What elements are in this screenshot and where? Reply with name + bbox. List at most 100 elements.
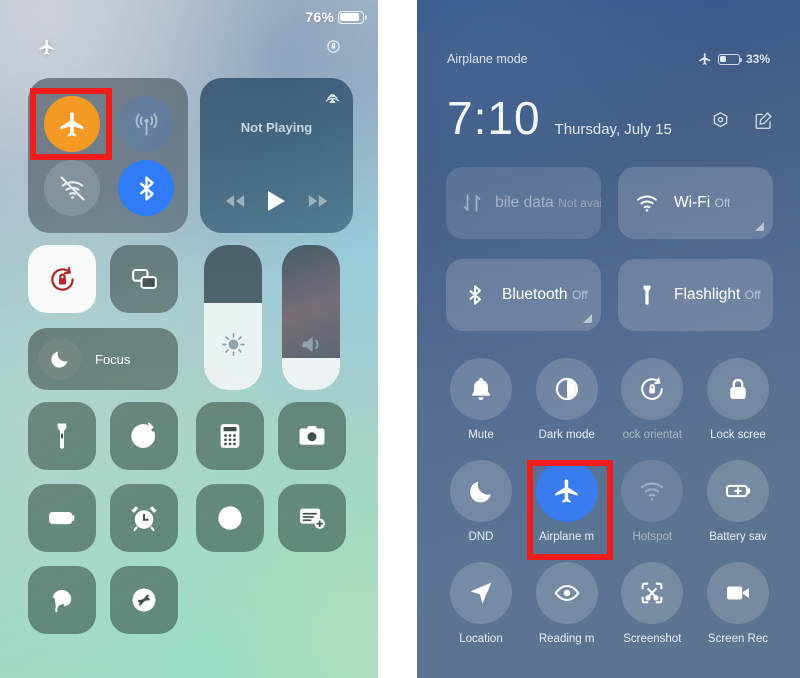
screen-mirroring-toggle[interactable] [110,245,178,313]
airplane-mode-toggle[interactable] [44,96,100,152]
expand-corner-icon[interactable] [583,314,592,323]
toggle-label: Dark mode [538,429,595,441]
airplane-icon [699,53,711,65]
bluetooth-icon [139,175,154,201]
brightness-icon [204,331,262,358]
toggle-battery-saver[interactable]: Battery sav [703,460,773,543]
expand-corner-icon[interactable] [755,222,764,231]
moon-icon [450,460,512,522]
contrast-icon [535,358,598,420]
focus-knob[interactable] [39,338,81,380]
bell-icon [450,358,512,420]
mobile-data-icon [458,191,485,215]
toggle-lock-screen[interactable]: Lock scree [703,358,773,441]
toggle-screenshot[interactable]: Screenshot [617,562,687,645]
tile-subtitle: Not available [558,196,601,210]
toggle-dnd[interactable]: DND [446,460,516,543]
bluetooth-icon [458,283,492,307]
focus-toggle[interactable]: Focus [28,328,178,390]
alarm-toggle[interactable] [110,484,178,552]
calculator-toggle[interactable] [196,402,264,470]
camera-toggle[interactable] [278,402,346,470]
low-power-mode-toggle[interactable] [28,484,96,552]
tile-title: Bluetooth [502,286,568,303]
toggle-airplane-mode[interactable]: Airplane m [532,460,602,543]
brightness-slider[interactable] [204,245,262,390]
screen-mirroring-icon [131,268,157,289]
miui-status-right: 33% [698,52,770,66]
alarm-icon [131,506,157,532]
screen-record-toggle[interactable] [196,484,264,552]
toggle-hotspot[interactable]: Hotspot [617,460,687,543]
toggle-dark-mode[interactable]: Dark mode [532,358,602,441]
location-arrow-icon [450,562,512,624]
cellular-data-toggle[interactable] [118,96,174,152]
wifi-icon [630,191,664,215]
toggle-label: Location [459,633,503,645]
tile-text: Flashlight Off [674,286,761,304]
airplane-icon [535,460,598,522]
media-module[interactable]: Not Playing [200,78,353,233]
rotation-lock-icon [621,358,684,420]
tile-text: Bluetooth Off [502,286,588,304]
toggle-label: ock orientat [622,429,683,441]
rewind-icon[interactable] [225,194,245,208]
focus-label: Focus [95,351,131,367]
tile-wifi[interactable]: Wi-Fi Off [618,167,773,239]
media-controls [200,191,353,211]
eye-icon [535,562,598,624]
tile-flashlight[interactable]: Flashlight Off [618,259,773,331]
screen-record-icon [218,506,242,530]
timer-icon [131,422,156,448]
miui-clock: 7:10 Thursday, July 15 [447,95,672,141]
airplane-icon [59,111,83,137]
quick-note-toggle[interactable] [278,484,346,552]
flashlight-icon [630,283,664,307]
miui-header-actions [710,110,774,131]
fast-forward-icon[interactable] [308,194,328,208]
tile-text: bile data Not available [495,194,601,212]
rotation-lock-toggle[interactable] [28,245,96,313]
shazam-toggle[interactable] [110,566,178,634]
toggle-location[interactable]: Location [446,562,516,645]
tile-bluetooth[interactable]: Bluetooth Off [446,259,601,331]
toggle-lock-orientation[interactable]: ock orientat [617,358,687,441]
connectivity-module [28,78,188,233]
rotation-lock-icon [327,40,340,53]
airplay-icon[interactable] [323,87,342,106]
hearing-toggle[interactable] [28,566,96,634]
tile-text: Wi-Fi Off [674,194,730,212]
settings-icon[interactable] [710,110,731,131]
tile-subtitle: Off [571,288,588,302]
wifi-toggle[interactable] [44,160,100,216]
flashlight-toggle[interactable] [28,402,96,470]
hearing-icon [52,590,72,613]
padlock-icon [706,358,769,420]
miui-battery-percent: 33% [745,52,770,66]
toggle-label: Lock scree [710,429,766,441]
timer-toggle[interactable] [110,402,178,470]
cellular-icon [135,112,157,135]
toggle-label: Screenshot [623,633,682,645]
miui-grid-row-2: DND Airplane m Hotspot Battery sav [446,460,773,543]
ios-battery-percent: 76% [305,9,334,25]
toggle-reading-mode[interactable]: Reading m [532,562,602,645]
battery-saver-icon [706,460,769,522]
battery-icon [717,53,742,65]
volume-icon [282,331,340,358]
volume-slider[interactable] [282,245,340,390]
hotspot-icon [621,460,684,522]
flashlight-icon [57,423,67,449]
edit-icon[interactable] [753,110,774,131]
camera-icon [299,426,325,445]
video-camera-icon [706,562,769,624]
play-icon[interactable] [267,191,286,211]
moon-icon [51,351,68,368]
toggle-mute[interactable]: Mute [446,358,516,441]
bluetooth-toggle[interactable] [118,160,174,216]
miui-status-bar: Airplane mode 33% [417,48,800,70]
toggle-screen-recorder[interactable]: Screen Rec [703,562,773,645]
clock-time: 7:10 [447,92,541,144]
media-title: Not Playing [240,120,313,135]
tile-mobile-data[interactable]: bile data Not available [446,167,601,239]
